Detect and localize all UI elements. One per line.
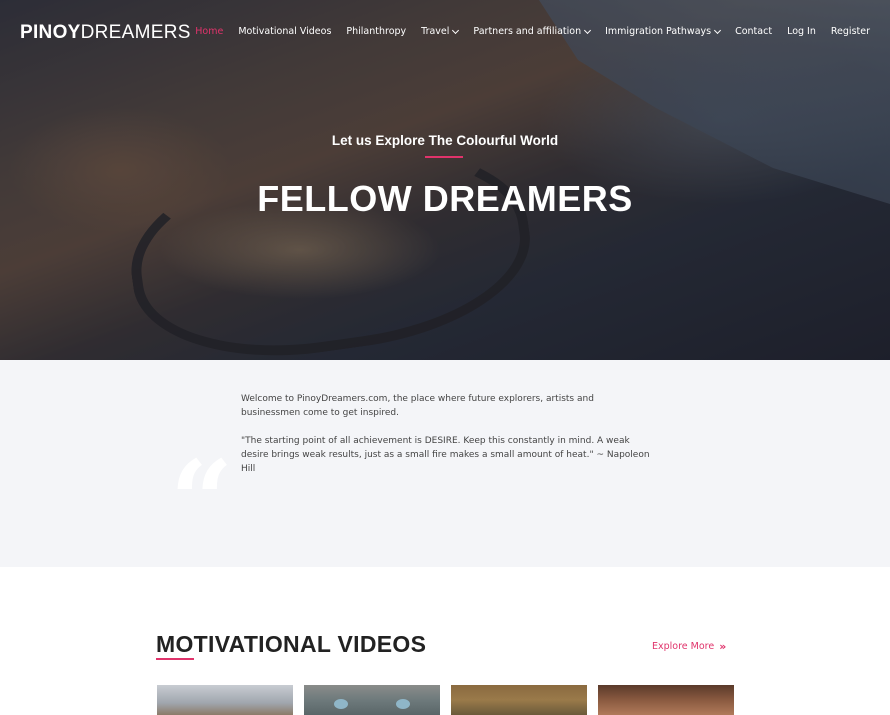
- welcome-section: “ Welcome to PinoyDreamers.com, the plac…: [0, 360, 890, 567]
- nav-item-philanthropy[interactable]: Philanthropy: [346, 26, 406, 37]
- video-thumbnail[interactable]: [304, 685, 440, 715]
- double-chevron-right-icon: ››: [719, 640, 726, 653]
- nav-item-partners[interactable]: Partners and affiliation: [473, 26, 592, 37]
- section-accent-line: [156, 658, 194, 660]
- nav-item-home[interactable]: Home: [195, 26, 223, 37]
- nav-item-register[interactable]: Register: [831, 26, 870, 37]
- welcome-intro: Welcome to PinoyDreamers.com, the place …: [241, 394, 594, 418]
- nav-item-contact[interactable]: Contact: [735, 26, 772, 37]
- chevron-down-icon: [584, 26, 592, 34]
- video-thumbnail[interactable]: [451, 685, 587, 715]
- welcome-text: Welcome to PinoyDreamers.com, the place …: [241, 392, 651, 490]
- top-navbar: PINOYDREAMERS Home Motivational Videos P…: [0, 0, 890, 66]
- hero-title: FELLOW DREAMERS: [257, 178, 633, 219]
- video-thumbnail[interactable]: [598, 685, 734, 715]
- quote-icon: “: [170, 436, 234, 565]
- welcome-quote: "The starting point of all achievement i…: [241, 436, 650, 474]
- chevron-down-icon: [714, 26, 722, 34]
- video-thumbnail[interactable]: [157, 685, 293, 715]
- nav-item-travel[interactable]: Travel: [421, 26, 460, 37]
- hero-banner: PINOYDREAMERS Home Motivational Videos P…: [0, 0, 890, 360]
- cat-eye-image-detail: [334, 699, 348, 709]
- nav-item-motivational-videos[interactable]: Motivational Videos: [238, 26, 331, 37]
- cat-eye-image-detail: [396, 699, 410, 709]
- site-logo[interactable]: PINOYDREAMERS: [20, 22, 191, 44]
- nav-item-login[interactable]: Log In: [787, 26, 816, 37]
- hero-subtitle: Let us Explore The Colourful World: [331, 133, 559, 148]
- hero-accent-line: [425, 156, 463, 158]
- main-menu: Home Motivational Videos Philanthropy Tr…: [180, 26, 870, 37]
- nav-item-immigration[interactable]: Immigration Pathways: [605, 26, 722, 37]
- motivational-videos-section: MOTIVATIONAL VIDEOS Explore More ››: [0, 567, 890, 715]
- section-title: MOTIVATIONAL VIDEOS: [156, 631, 427, 657]
- explore-more-link[interactable]: Explore More ››: [652, 640, 726, 653]
- chevron-down-icon: [452, 26, 460, 34]
